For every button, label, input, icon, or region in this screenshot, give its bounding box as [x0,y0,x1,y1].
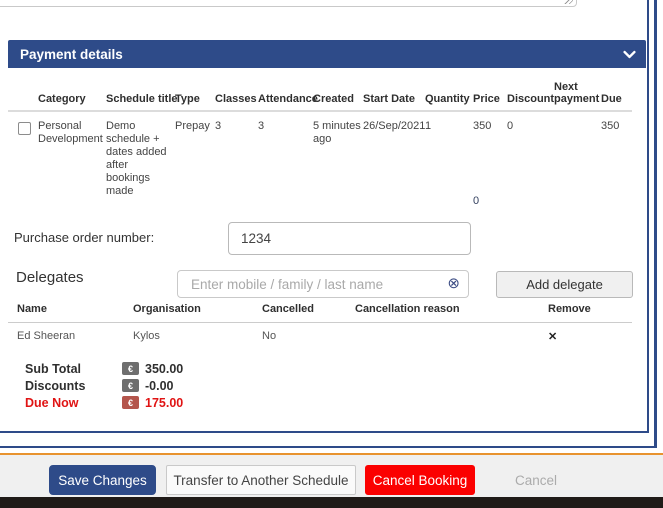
delegate-search-wrap: ⊗ [177,270,469,298]
cell-quantity: 1 [425,120,473,198]
due-now-label: Due Now [25,396,122,410]
discounts-row: Discounts € -0.00 [25,377,183,394]
subtotal-label: Sub Total [25,362,122,376]
col-price: Price [473,93,507,105]
notes-textarea[interactable] [0,0,577,7]
cell-organisation: Kylos [133,330,262,343]
col-category: Category [38,93,106,105]
resize-grip-icon[interactable] [562,0,573,4]
price-column-total: 0 [473,195,479,207]
purchase-order-input[interactable] [228,222,471,255]
cell-start-date: 26/Sep/2021 [363,120,425,198]
cell-category: Personal Development [38,120,106,198]
clear-search-icon[interactable]: ⊗ [447,274,460,293]
col-start-date: Start Date [363,93,425,105]
panel-right-border [647,0,649,433]
delegates-heading: Delegates [16,269,84,286]
delegate-row: Ed Sheeran Kylos No ✕ [17,330,632,343]
col-type: Type [175,93,215,105]
col-next-payment: Next payment [554,81,601,105]
payment-table-header-row: Category Schedule title Type Classes Att… [8,78,632,112]
remove-delegate-icon[interactable]: ✕ [548,331,557,343]
col-quantity: Quantity [425,93,473,105]
col-created: Created [313,93,363,105]
chevron-down-icon[interactable] [623,48,636,61]
euro-badge: € [122,379,139,392]
cell-price: 350 [473,120,507,198]
cell-name: Ed Sheeran [17,330,133,343]
cell-cancellation-reason [355,330,548,343]
col-organisation: Organisation [133,303,262,315]
panel-bottom-border [0,431,649,433]
delegates-table: Name Organisation Cancelled Cancellation… [8,303,632,343]
cancel-button[interactable]: Cancel [500,465,572,495]
payment-schedule-table: Category Schedule title Type Classes Att… [8,78,632,198]
purchase-order-label: Purchase order number: [14,230,154,245]
col-remove: Remove [548,303,632,315]
save-changes-button[interactable]: Save Changes [49,465,156,495]
col-schedule-title: Schedule title [106,93,175,105]
cell-type: Prepay [175,120,215,198]
page-bottom-bar [0,497,663,508]
payment-details-header[interactable]: Payment details [8,40,646,68]
discounts-value: -0.00 [145,379,174,393]
modal-bottom-border [0,446,657,448]
col-cancelled: Cancelled [262,303,355,315]
modal-right-border [654,0,657,448]
cell-attendance: 3 [258,120,313,198]
cell-discount: 0 [507,120,554,198]
modal-footer: Save Changes Transfer to Another Schedul… [0,453,663,497]
row-checkbox[interactable] [18,122,31,135]
booking-payment-screen: Payment details Category Schedule title … [0,0,663,508]
delegate-search-input[interactable] [177,270,469,298]
subtotal-value: 350.00 [145,362,183,376]
col-discount: Discount [507,93,554,105]
cell-due: 350 [601,120,632,198]
delegates-header-divider [8,322,632,323]
col-cancellation-reason: Cancellation reason [355,303,548,315]
col-name: Name [17,303,133,315]
cell-schedule-title: Demo schedule + dates added after bookin… [106,120,175,198]
col-due: Due [601,93,632,105]
euro-badge: € [122,362,139,375]
cell-classes: 3 [215,120,258,198]
due-now-row: Due Now € 175.00 [25,394,183,411]
due-now-value: 175.00 [145,396,183,410]
delegates-header-row: Name Organisation Cancelled Cancellation… [17,303,632,315]
transfer-schedule-button[interactable]: Transfer to Another Schedule [166,465,356,495]
subtotal-row: Sub Total € 350.00 [25,360,183,377]
payment-details-title: Payment details [20,47,123,62]
col-classes: Classes [215,93,258,105]
payment-table-row: Personal Development Demo schedule + dat… [8,112,632,198]
cancel-booking-button[interactable]: Cancel Booking [365,465,475,495]
cell-created: 5 minutes ago [313,120,363,198]
discounts-label: Discounts [25,379,122,393]
euro-badge: € [122,396,139,409]
cell-cancelled: No [262,330,355,343]
cell-next-payment [554,120,601,198]
totals-summary: Sub Total € 350.00 Discounts € -0.00 Due… [25,360,183,411]
add-delegate-button[interactable]: Add delegate [496,271,633,298]
col-attendance: Attendance [258,93,313,105]
